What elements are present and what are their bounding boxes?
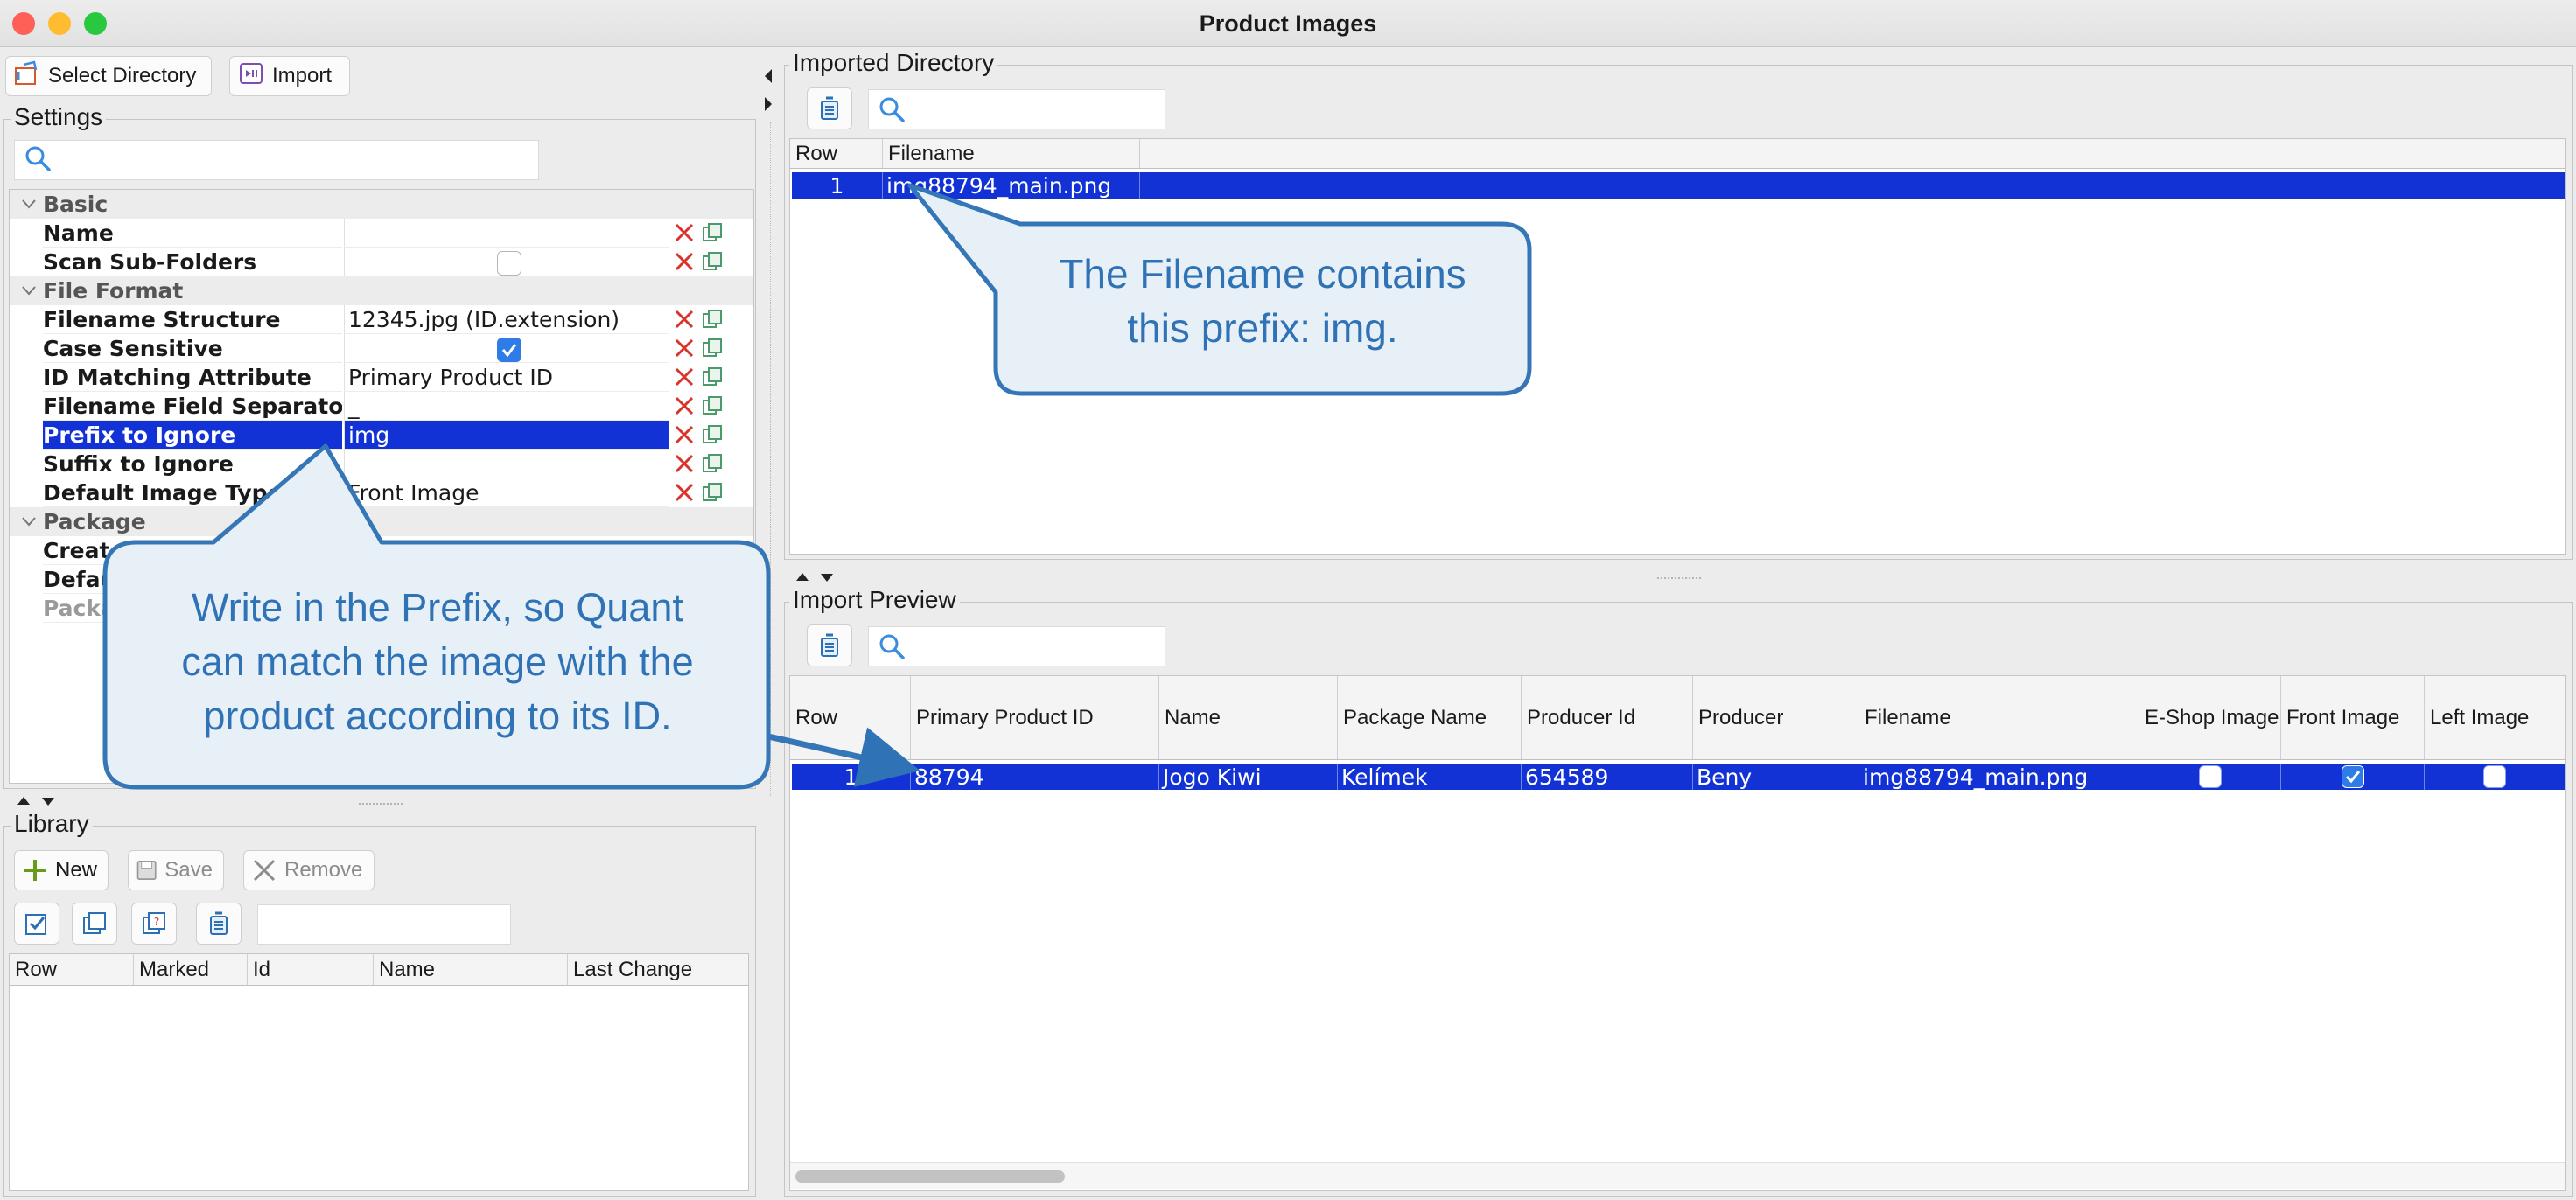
callout-line: this prefix: img. (1127, 305, 1398, 351)
filename-callout-text: The Filename contains this prefix: img. (1006, 247, 1519, 355)
callout-line: can match the image with the (181, 639, 694, 684)
callout-arrow (767, 727, 920, 787)
callout-line: Write in the Prefix, so Quant (192, 585, 683, 630)
callout-line: The Filename contains (1059, 251, 1466, 297)
callout-line: product according to its ID. (203, 694, 672, 738)
prefix-callout-text: Write in the Prefix, so Quant can match … (114, 581, 761, 743)
